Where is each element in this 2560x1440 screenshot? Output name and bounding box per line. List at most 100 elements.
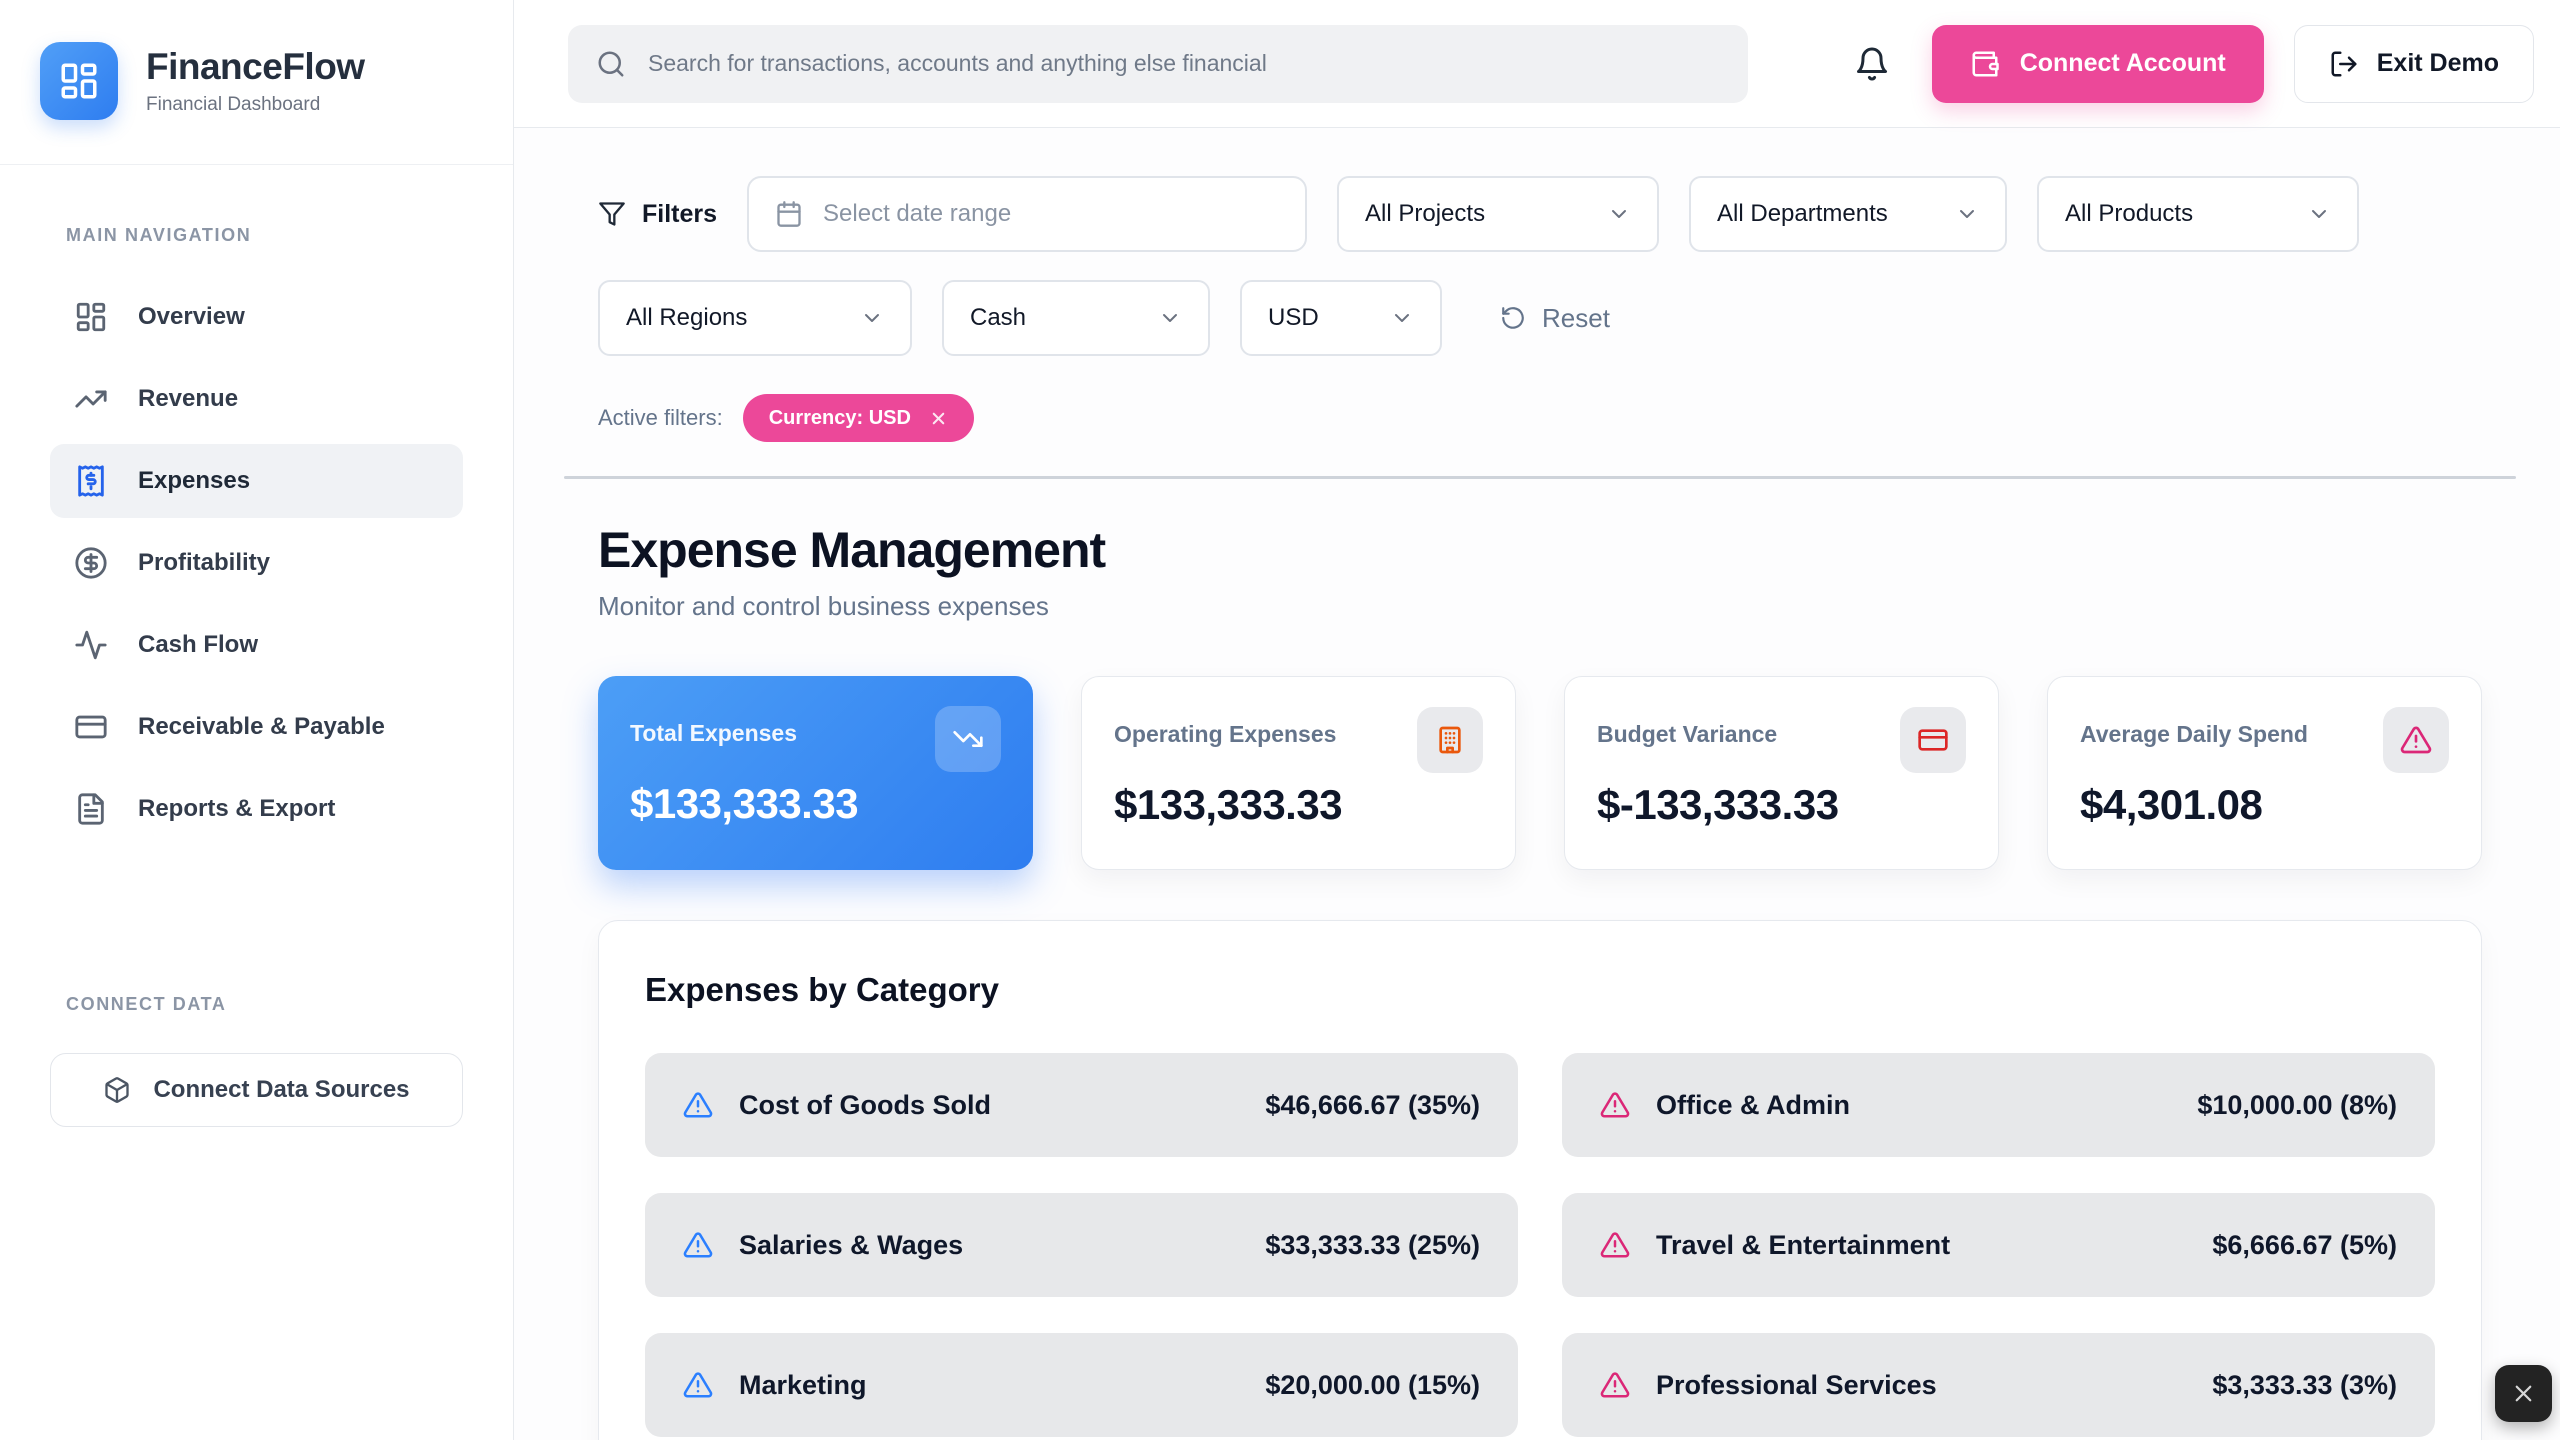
category-value: $46,666.67 (35%)	[1265, 1090, 1480, 1121]
category-row-cost-of-goods-sold[interactable]: Cost of Goods Sold $46,666.67 (35%)	[645, 1053, 1518, 1157]
stat-card-average-daily-spend[interactable]: Average Daily Spend $4,301.08	[2047, 676, 2482, 870]
alert-triangle-icon	[1600, 1230, 1630, 1260]
connect-account-label: Connect Account	[2020, 49, 2226, 78]
chevron-down-icon	[1607, 202, 1631, 226]
departments-select[interactable]: All Departments	[1689, 176, 2007, 252]
filters-row-1: Filters All Projects All Departments	[598, 176, 2482, 252]
receipt-icon	[74, 464, 108, 498]
sidebar-item-label: Reports & Export	[138, 795, 335, 823]
sidebar-item-revenue[interactable]: Revenue	[50, 362, 463, 436]
stat-card-operating-expenses[interactable]: Operating Expenses $133,333.33	[1081, 676, 1516, 870]
category-value: $33,333.33 (25%)	[1265, 1230, 1480, 1261]
category-row-marketing[interactable]: Marketing $20,000.00 (15%)	[645, 1333, 1518, 1437]
layout-dashboard-icon	[74, 300, 108, 334]
category-row-left: Cost of Goods Sold	[683, 1090, 991, 1121]
products-select-value: All Products	[2065, 200, 2193, 228]
filters-label: Filters	[598, 200, 717, 229]
stat-card-header: Operating Expenses	[1114, 707, 1483, 773]
sidebar-item-label: Overview	[138, 303, 245, 331]
stat-label: Budget Variance	[1597, 707, 1777, 748]
alert-triangle-icon	[683, 1090, 713, 1120]
exit-demo-button[interactable]: Exit Demo	[2294, 25, 2534, 103]
category-name: Cost of Goods Sold	[739, 1090, 991, 1121]
app-logo	[40, 42, 118, 120]
sidebar: FinanceFlow Financial Dashboard MAIN NAV…	[0, 0, 514, 1440]
stat-card-total-expenses[interactable]: Total Expenses $133,333.33	[598, 676, 1033, 870]
category-name: Marketing	[739, 1370, 867, 1401]
date-range-field[interactable]	[823, 200, 1279, 228]
section-divider	[564, 476, 2516, 479]
category-row-office-admin[interactable]: Office & Admin $10,000.00 (8%)	[1562, 1053, 2435, 1157]
expenses-by-category-section: Expenses by Category Cost of Goods Sold …	[598, 920, 2482, 1440]
active-filters-row: Active filters: Currency: USD	[598, 394, 2482, 442]
close-icon	[2510, 1380, 2537, 1407]
category-value: $6,666.67 (5%)	[2212, 1230, 2397, 1261]
global-search[interactable]	[568, 25, 1748, 103]
reset-filters-button[interactable]: Reset	[1500, 303, 1610, 334]
stat-card-budget-variance[interactable]: Budget Variance $-133,333.33	[1564, 676, 1999, 870]
regions-select[interactable]: All Regions	[598, 280, 912, 356]
active-filters-label: Active filters:	[598, 405, 723, 431]
stat-card-header: Average Daily Spend	[2080, 707, 2449, 773]
accounting-basis-select[interactable]: Cash	[942, 280, 1210, 356]
search-input[interactable]	[648, 50, 1720, 77]
stat-label: Average Daily Spend	[2080, 707, 2308, 748]
currency-select[interactable]: USD	[1240, 280, 1442, 356]
sidebar-item-label: Expenses	[138, 467, 250, 495]
category-row-salaries-wages[interactable]: Salaries & Wages $33,333.33 (25%)	[645, 1193, 1518, 1297]
category-row-left: Travel & Entertainment	[1600, 1230, 1950, 1261]
category-section-title: Expenses by Category	[645, 971, 2435, 1009]
trending-down-icon	[935, 706, 1001, 772]
category-row-left: Marketing	[683, 1370, 867, 1401]
brand-text: FinanceFlow Financial Dashboard	[146, 46, 365, 116]
stat-value: $-133,333.33	[1597, 781, 1966, 829]
bell-icon	[1854, 46, 1890, 82]
category-row-left: Salaries & Wages	[683, 1230, 963, 1261]
page-title: Expense Management	[598, 521, 2482, 579]
connect-account-button[interactable]: Connect Account	[1932, 25, 2264, 103]
category-grid: Cost of Goods Sold $46,666.67 (35%) Offi…	[645, 1053, 2435, 1437]
connect-data-sources-button[interactable]: Connect Data Sources	[50, 1053, 463, 1127]
close-icon[interactable]	[929, 409, 948, 428]
sidebar-item-cash-flow[interactable]: Cash Flow	[50, 608, 463, 682]
category-value: $3,333.33 (3%)	[2212, 1370, 2397, 1401]
rotate-ccw-icon	[1500, 305, 1526, 331]
sidebar-item-label: Revenue	[138, 385, 238, 413]
sidebar-item-profitability[interactable]: Profitability	[50, 526, 463, 600]
exit-demo-label: Exit Demo	[2377, 49, 2499, 78]
sidebar-item-expenses[interactable]: Expenses	[50, 444, 463, 518]
accounting-basis-value: Cash	[970, 304, 1026, 332]
chevron-down-icon	[1158, 306, 1182, 330]
date-range-input[interactable]	[747, 176, 1307, 252]
main-area: Connect Account Exit Demo Filters	[514, 0, 2560, 1440]
calendar-icon	[775, 200, 803, 228]
dismiss-overlay-button[interactable]	[2495, 1365, 2552, 1422]
category-name: Travel & Entertainment	[1656, 1230, 1950, 1261]
category-row-left: Professional Services	[1600, 1370, 1937, 1401]
credit-card-icon	[1900, 707, 1966, 773]
credit-card-icon	[74, 710, 108, 744]
departments-select-value: All Departments	[1717, 200, 1888, 228]
brand-header: FinanceFlow Financial Dashboard	[0, 0, 513, 165]
wallet-icon	[1970, 49, 2000, 79]
category-name: Salaries & Wages	[739, 1230, 963, 1261]
category-name: Office & Admin	[1656, 1090, 1850, 1121]
page-subtitle: Monitor and control business expenses	[598, 591, 2482, 622]
active-filter-chip-currency[interactable]: Currency: USD	[743, 394, 974, 442]
trending-up-icon	[74, 382, 108, 416]
file-text-icon	[74, 792, 108, 826]
category-row-travel-entertainment[interactable]: Travel & Entertainment $6,666.67 (5%)	[1562, 1193, 2435, 1297]
alert-triangle-icon	[2383, 707, 2449, 773]
connect-data-sources-label: Connect Data Sources	[153, 1076, 409, 1104]
stats-grid: Total Expenses $133,333.33 Operating Exp…	[598, 676, 2482, 870]
projects-select[interactable]: All Projects	[1337, 176, 1659, 252]
sidebar-item-receivable-payable[interactable]: Receivable & Payable	[50, 690, 463, 764]
category-row-professional-services[interactable]: Professional Services $3,333.33 (3%)	[1562, 1333, 2435, 1437]
sidebar-item-overview[interactable]: Overview	[50, 280, 463, 354]
sidebar-item-reports-export[interactable]: Reports & Export	[50, 772, 463, 846]
notifications-button[interactable]	[1854, 46, 1890, 82]
building-icon	[1417, 707, 1483, 773]
funnel-icon	[598, 200, 626, 228]
products-select[interactable]: All Products	[2037, 176, 2359, 252]
stat-card-header: Total Expenses	[630, 706, 1001, 772]
